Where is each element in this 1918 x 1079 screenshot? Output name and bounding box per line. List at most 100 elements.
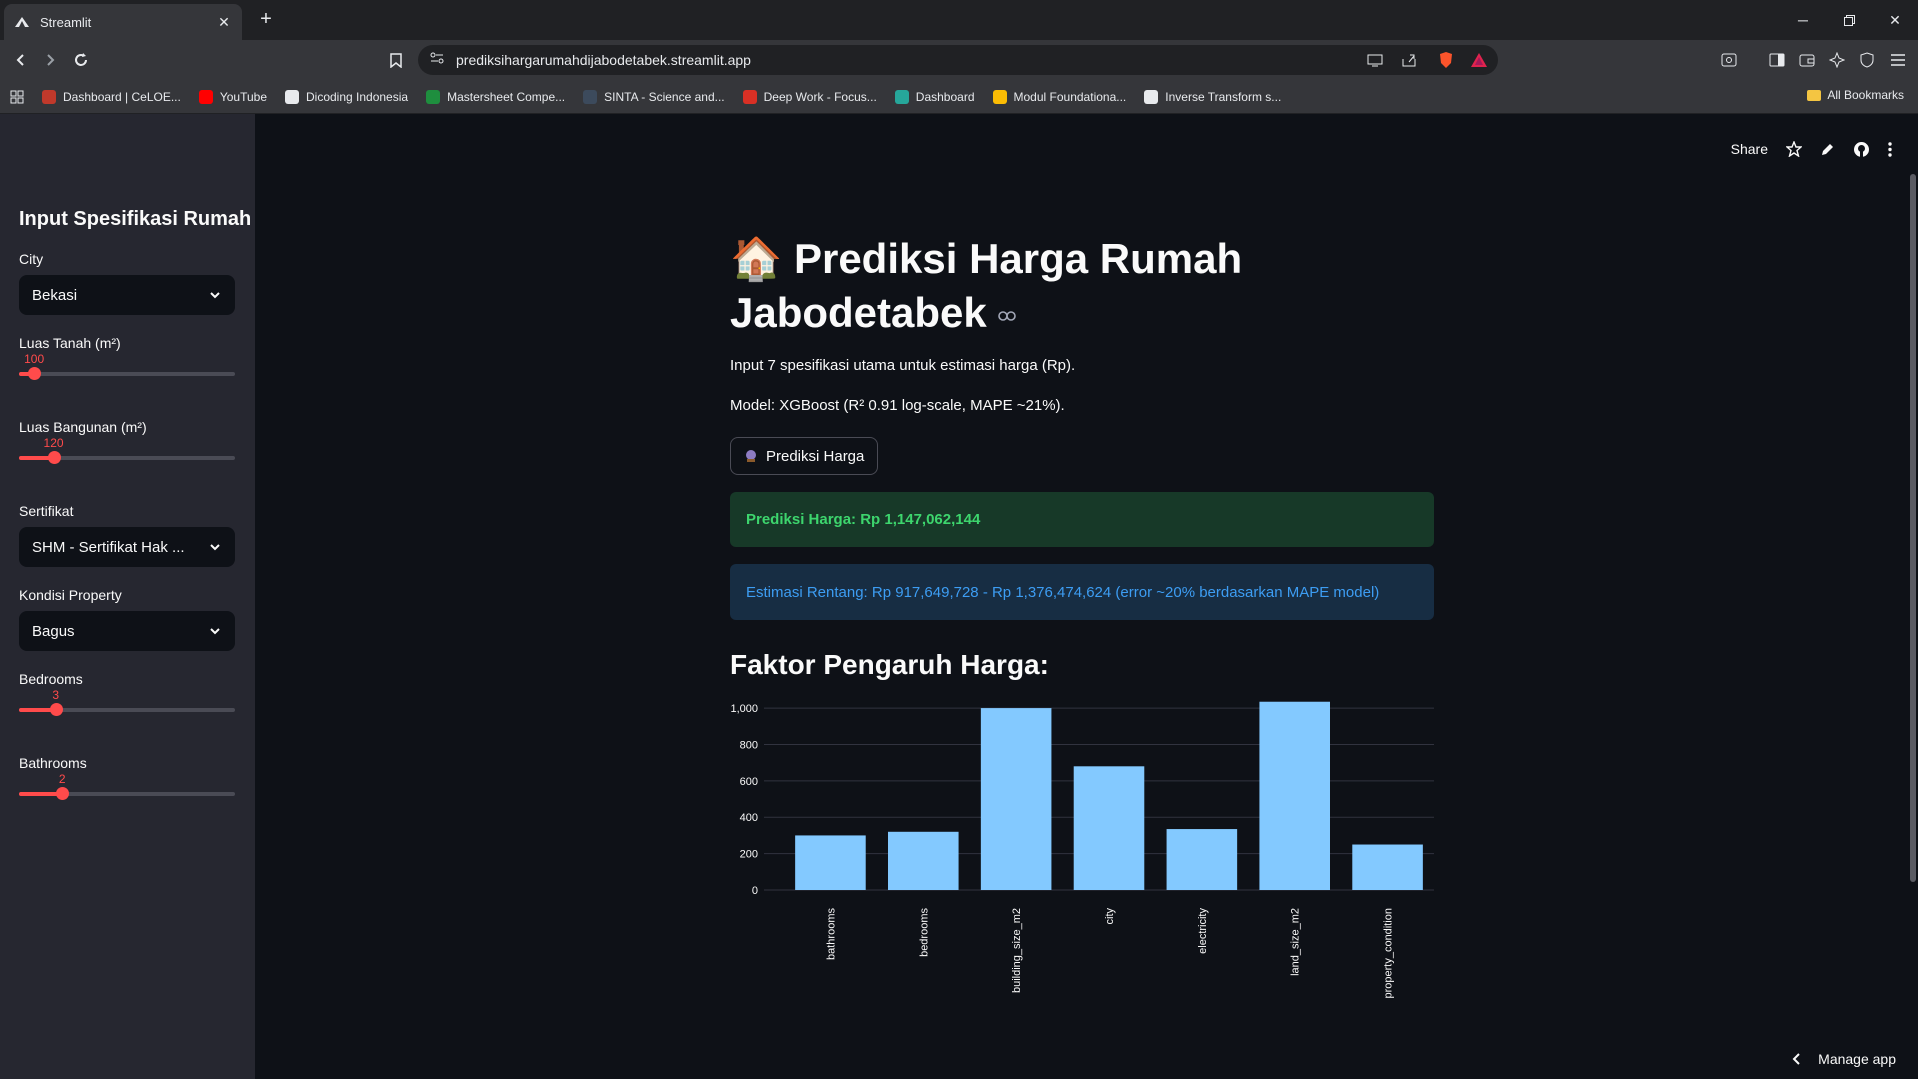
certificate-label: Sertifikat	[19, 503, 74, 519]
address-bar[interactable]: prediksihargarumahdijabodetabek.streamli…	[418, 45, 1498, 75]
bathrooms-label: Bathrooms	[19, 755, 87, 771]
tab-search-icon[interactable]	[1719, 50, 1739, 70]
crystal-ball-icon	[744, 449, 758, 463]
x-tick-label: city	[1104, 908, 1116, 925]
restore-icon[interactable]	[1826, 0, 1872, 40]
prediction-text: Prediksi Harga: Rp 1,147,062,144	[746, 511, 981, 528]
page-title: 🏠 Prediksi Harga Rumah Jabodetabek	[730, 232, 1434, 340]
all-bookmarks-button[interactable]: All Bookmarks	[1807, 88, 1904, 102]
chart-bar	[1352, 844, 1423, 890]
bookmark-label: Inverse Transform s...	[1165, 89, 1282, 104]
slider-thumb[interactable]	[49, 703, 63, 716]
browser-toolbar: prediksihargarumahdijabodetabek.streamli…	[0, 40, 1918, 80]
bedrooms-slider[interactable]: 3	[19, 688, 235, 720]
bookmark-item[interactable]: SINTA - Science and...	[583, 89, 725, 104]
chart-bar	[888, 831, 959, 890]
bookmark-item[interactable]: Modul Foundationa...	[992, 89, 1127, 104]
reload-icon[interactable]	[69, 48, 93, 72]
condition-value: Bagus	[32, 622, 75, 640]
bookmark-item[interactable]: Inverse Transform s...	[1144, 89, 1282, 104]
factors-heading: Faktor Pengaruh Harga:	[730, 649, 1049, 680]
star-icon[interactable]	[1786, 141, 1802, 157]
x-tick-label: property_condition	[1383, 908, 1395, 999]
bookmark-item[interactable]: Dicoding Indonesia	[285, 89, 409, 104]
back-icon[interactable]	[9, 48, 33, 72]
wallet-icon[interactable]	[1797, 50, 1817, 70]
bookmark-item[interactable]: Dashboard | CeLOE...	[42, 89, 181, 104]
brave-shield-icon[interactable]	[1437, 51, 1455, 68]
chevron-down-icon	[210, 292, 220, 299]
bedrooms-label: Bedrooms	[19, 671, 83, 687]
condition-select[interactable]: Bagus	[19, 611, 235, 651]
y-tick-label: 800	[740, 739, 758, 751]
github-icon[interactable]	[1853, 141, 1870, 158]
building-size-label: Luas Bangunan (m²)	[19, 419, 147, 435]
manage-app-button[interactable]: Manage app	[1792, 1051, 1896, 1067]
cast-icon[interactable]	[1366, 52, 1384, 68]
share-button[interactable]: Share	[1731, 141, 1768, 157]
city-select[interactable]: Bekasi	[19, 275, 235, 315]
bookmark-item[interactable]: YouTube	[198, 89, 267, 104]
y-tick-label: 400	[740, 812, 758, 824]
tab-title: Streamlit	[40, 14, 92, 30]
bookmark-label: Modul Foundationa...	[1013, 89, 1127, 104]
certificate-select[interactable]: SHM - Sertifikat Hak ...	[19, 527, 235, 567]
tab-close-icon[interactable]: ✕	[216, 14, 232, 31]
bookmark-favicon-icon	[742, 89, 757, 104]
brave-rewards-icon[interactable]	[1470, 52, 1488, 68]
city-label: City	[19, 251, 44, 267]
bookmark-item[interactable]: Dashboard	[894, 89, 975, 104]
chevron-down-icon	[210, 544, 220, 551]
bookmark-favicon-icon	[894, 89, 909, 104]
condition-label: Kondisi Property	[19, 587, 122, 603]
bookmark-label: SINTA - Science and...	[604, 89, 725, 104]
bookmark-item[interactable]: Mastersheet Compe...	[426, 89, 566, 104]
apps-grid-icon[interactable]	[10, 90, 24, 104]
sidebar-title: Input Spesifikasi Rumah	[19, 208, 252, 230]
bookmark-list: Dashboard | CeLOE... YouTube Dicoding Indo…	[42, 89, 1299, 104]
anchor-link-icon[interactable]	[998, 311, 1017, 321]
minimize-icon[interactable]: ─	[1780, 0, 1826, 40]
vpn-shield-icon[interactable]	[1857, 50, 1877, 70]
predict-button-label: Prediksi Harga	[766, 447, 865, 465]
scrollbar[interactable]	[1910, 174, 1916, 882]
forward-icon[interactable]	[38, 48, 62, 72]
bookmark-label: Dashboard | CeLOE...	[63, 89, 181, 104]
chart-bar	[980, 708, 1052, 890]
slider-value: 2	[58, 772, 66, 786]
bookmark-label: YouTube	[219, 89, 267, 104]
site-settings-icon[interactable]	[430, 51, 444, 69]
leo-ai-icon[interactable]	[1827, 50, 1847, 70]
y-tick-label: 600	[740, 776, 758, 788]
streamlit-app: Input Spesifikasi Rumah City Bekasi Luas…	[0, 114, 1918, 1079]
bookmark-page-icon[interactable]	[384, 48, 408, 72]
feature-importance-chart: 0 200 400 600 800 1,000 bathrooms bedrooms build…	[730, 701, 1434, 999]
menu-hamburger-icon[interactable]	[1888, 50, 1908, 70]
more-vertical-icon[interactable]	[1888, 141, 1892, 157]
bathrooms-slider[interactable]: 2	[19, 772, 235, 804]
share-page-icon[interactable]	[1400, 52, 1418, 68]
new-tab-icon[interactable]: +	[254, 8, 278, 32]
slider-thumb[interactable]	[56, 787, 70, 800]
bookmark-label: Mastersheet Compe...	[447, 89, 566, 104]
land-size-slider[interactable]: 100	[19, 352, 235, 384]
building-size-slider[interactable]: 120	[19, 436, 235, 468]
model-text: Model: XGBoost (R² 0.91 log-scale, MAPE …	[730, 397, 1065, 414]
slider-thumb[interactable]	[28, 367, 42, 380]
intro-text: Input 7 spesifikasi utama untuk estimasi…	[730, 357, 1076, 374]
slider-thumb[interactable]	[47, 451, 61, 464]
bookmark-item[interactable]: Deep Work - Focus...	[742, 89, 877, 104]
manage-app-label: Manage app	[1818, 1051, 1896, 1067]
slider-value: 3	[52, 688, 60, 702]
bookmark-label: Dicoding Indonesia	[306, 89, 409, 104]
slider-track	[19, 372, 235, 376]
chevron-left-icon	[1792, 1053, 1800, 1065]
chevron-down-icon	[210, 628, 220, 635]
city-value: Bekasi	[32, 286, 78, 304]
browser-tab[interactable]: Streamlit ✕	[4, 4, 242, 40]
close-window-icon[interactable]: ✕	[1872, 0, 1918, 40]
predict-button[interactable]: Prediksi Harga	[730, 437, 879, 475]
prediction-success-alert: Prediksi Harga: Rp 1,147,062,144	[730, 492, 1434, 547]
sidebar-toggle-icon[interactable]	[1767, 50, 1787, 70]
edit-pencil-icon[interactable]	[1820, 142, 1835, 157]
